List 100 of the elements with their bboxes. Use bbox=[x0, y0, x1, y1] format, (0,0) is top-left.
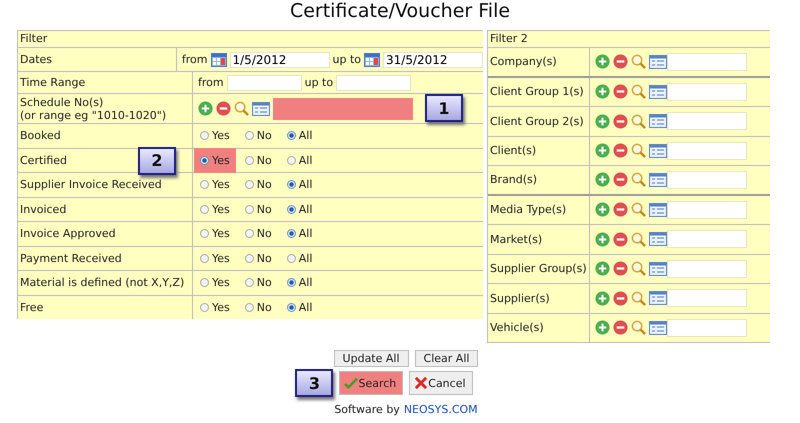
radio-button[interactable] bbox=[200, 302, 209, 312]
radio-option[interactable]: All bbox=[284, 152, 314, 169]
list-icon[interactable] bbox=[649, 114, 667, 128]
radio-option[interactable]: Yes bbox=[198, 250, 232, 267]
list-icon[interactable] bbox=[649, 320, 667, 335]
remove-icon[interactable] bbox=[613, 232, 628, 247]
list-icon[interactable] bbox=[649, 232, 667, 246]
radio-option[interactable]: Yes bbox=[198, 298, 232, 316]
form-button[interactable]: Update All bbox=[334, 350, 409, 367]
radio-button[interactable] bbox=[244, 180, 254, 190]
calendar-icon[interactable] bbox=[364, 52, 380, 66]
add-icon[interactable] bbox=[595, 290, 610, 306]
remove-icon[interactable] bbox=[613, 114, 628, 129]
radio-button[interactable] bbox=[286, 229, 296, 238]
radio-button[interactable] bbox=[286, 302, 296, 312]
add-icon[interactable] bbox=[595, 232, 610, 247]
radio-button[interactable] bbox=[200, 156, 209, 165]
remove-icon[interactable] bbox=[613, 172, 628, 188]
remove-icon[interactable] bbox=[613, 290, 628, 306]
radio-option[interactable]: All bbox=[284, 274, 314, 292]
filter-field[interactable] bbox=[667, 112, 747, 130]
radio-button[interactable] bbox=[244, 131, 254, 140]
search-icon[interactable] bbox=[631, 320, 646, 336]
add-icon[interactable] bbox=[595, 172, 610, 188]
add-icon[interactable] bbox=[595, 143, 610, 158]
radio-option[interactable]: No bbox=[242, 274, 274, 292]
list-icon[interactable] bbox=[649, 172, 667, 187]
add-icon[interactable] bbox=[595, 261, 610, 276]
remove-icon[interactable] bbox=[613, 84, 628, 100]
from-time-field[interactable] bbox=[226, 74, 302, 90]
radio-option[interactable]: All bbox=[284, 298, 314, 316]
calendar-icon[interactable] bbox=[210, 52, 226, 66]
filter-field[interactable] bbox=[667, 289, 747, 308]
radio-option[interactable]: No bbox=[242, 127, 274, 144]
remove-icon[interactable] bbox=[613, 202, 628, 218]
filter-field[interactable] bbox=[667, 142, 747, 160]
radio-option[interactable]: All bbox=[284, 200, 314, 218]
list-icon[interactable] bbox=[649, 291, 667, 306]
radio-option[interactable]: Yes bbox=[198, 274, 232, 292]
radio-button[interactable] bbox=[200, 229, 209, 238]
list-icon[interactable] bbox=[649, 54, 667, 69]
from-date-field[interactable]: 1/5/2012 bbox=[230, 52, 330, 68]
radio-button[interactable] bbox=[200, 131, 209, 140]
filter-field[interactable] bbox=[667, 318, 747, 337]
add-icon[interactable] bbox=[198, 101, 213, 116]
search-icon[interactable] bbox=[631, 232, 646, 247]
radio-option[interactable]: No bbox=[242, 152, 274, 169]
list-icon[interactable] bbox=[649, 202, 667, 217]
list-icon[interactable] bbox=[649, 262, 667, 276]
search-icon[interactable] bbox=[631, 54, 646, 70]
filter-field[interactable] bbox=[667, 230, 747, 248]
remove-icon[interactable] bbox=[613, 143, 628, 158]
cancel-button[interactable]: Cancel bbox=[409, 371, 473, 395]
radio-option[interactable]: No bbox=[242, 225, 274, 242]
to-date-field[interactable]: 31/5/2012 bbox=[383, 52, 483, 68]
radio-option[interactable]: No bbox=[242, 200, 274, 218]
search-icon[interactable] bbox=[631, 261, 646, 276]
radio-option[interactable]: All bbox=[284, 127, 314, 144]
radio-button[interactable] bbox=[286, 254, 296, 263]
remove-icon[interactable] bbox=[613, 320, 628, 336]
list-icon[interactable] bbox=[252, 102, 270, 116]
radio-option[interactable]: No bbox=[242, 298, 274, 316]
remove-icon[interactable] bbox=[216, 101, 231, 116]
filter-field[interactable] bbox=[667, 170, 747, 189]
schedule-field[interactable] bbox=[273, 98, 413, 120]
footer-link[interactable]: NEOSYS.COM bbox=[404, 403, 478, 416]
form-button[interactable]: Clear All bbox=[414, 350, 478, 367]
filter-field[interactable] bbox=[667, 200, 747, 219]
remove-icon[interactable] bbox=[613, 54, 628, 70]
radio-option[interactable]: No bbox=[242, 176, 274, 194]
radio-button[interactable] bbox=[200, 254, 209, 263]
to-time-field[interactable] bbox=[336, 74, 412, 90]
search-icon[interactable] bbox=[631, 84, 646, 100]
radio-option[interactable]: Yes bbox=[198, 225, 232, 242]
radio-button[interactable] bbox=[244, 278, 254, 288]
search-button[interactable]: Search bbox=[339, 371, 404, 395]
radio-button[interactable] bbox=[244, 302, 254, 312]
radio-button[interactable] bbox=[286, 180, 296, 190]
radio-button[interactable] bbox=[244, 156, 254, 165]
search-icon[interactable] bbox=[631, 143, 646, 158]
radio-button[interactable] bbox=[244, 229, 254, 238]
radio-option[interactable]: All bbox=[284, 176, 314, 194]
radio-option[interactable]: Yes bbox=[198, 152, 232, 169]
radio-option[interactable]: Yes bbox=[198, 200, 232, 218]
radio-button[interactable] bbox=[286, 278, 296, 288]
search-icon[interactable] bbox=[631, 290, 646, 306]
radio-option[interactable]: All bbox=[284, 225, 314, 242]
radio-button[interactable] bbox=[244, 254, 254, 263]
filter-field[interactable] bbox=[667, 52, 747, 71]
radio-option[interactable]: Yes bbox=[198, 127, 232, 144]
add-icon[interactable] bbox=[595, 54, 610, 70]
radio-button[interactable] bbox=[200, 278, 209, 288]
search-icon[interactable] bbox=[234, 101, 249, 116]
remove-icon[interactable] bbox=[613, 261, 628, 276]
search-icon[interactable] bbox=[631, 114, 646, 129]
radio-option[interactable]: No bbox=[242, 250, 274, 267]
radio-button[interactable] bbox=[286, 204, 296, 214]
list-icon[interactable] bbox=[649, 84, 667, 99]
radio-button[interactable] bbox=[286, 156, 296, 165]
radio-button[interactable] bbox=[200, 204, 209, 214]
